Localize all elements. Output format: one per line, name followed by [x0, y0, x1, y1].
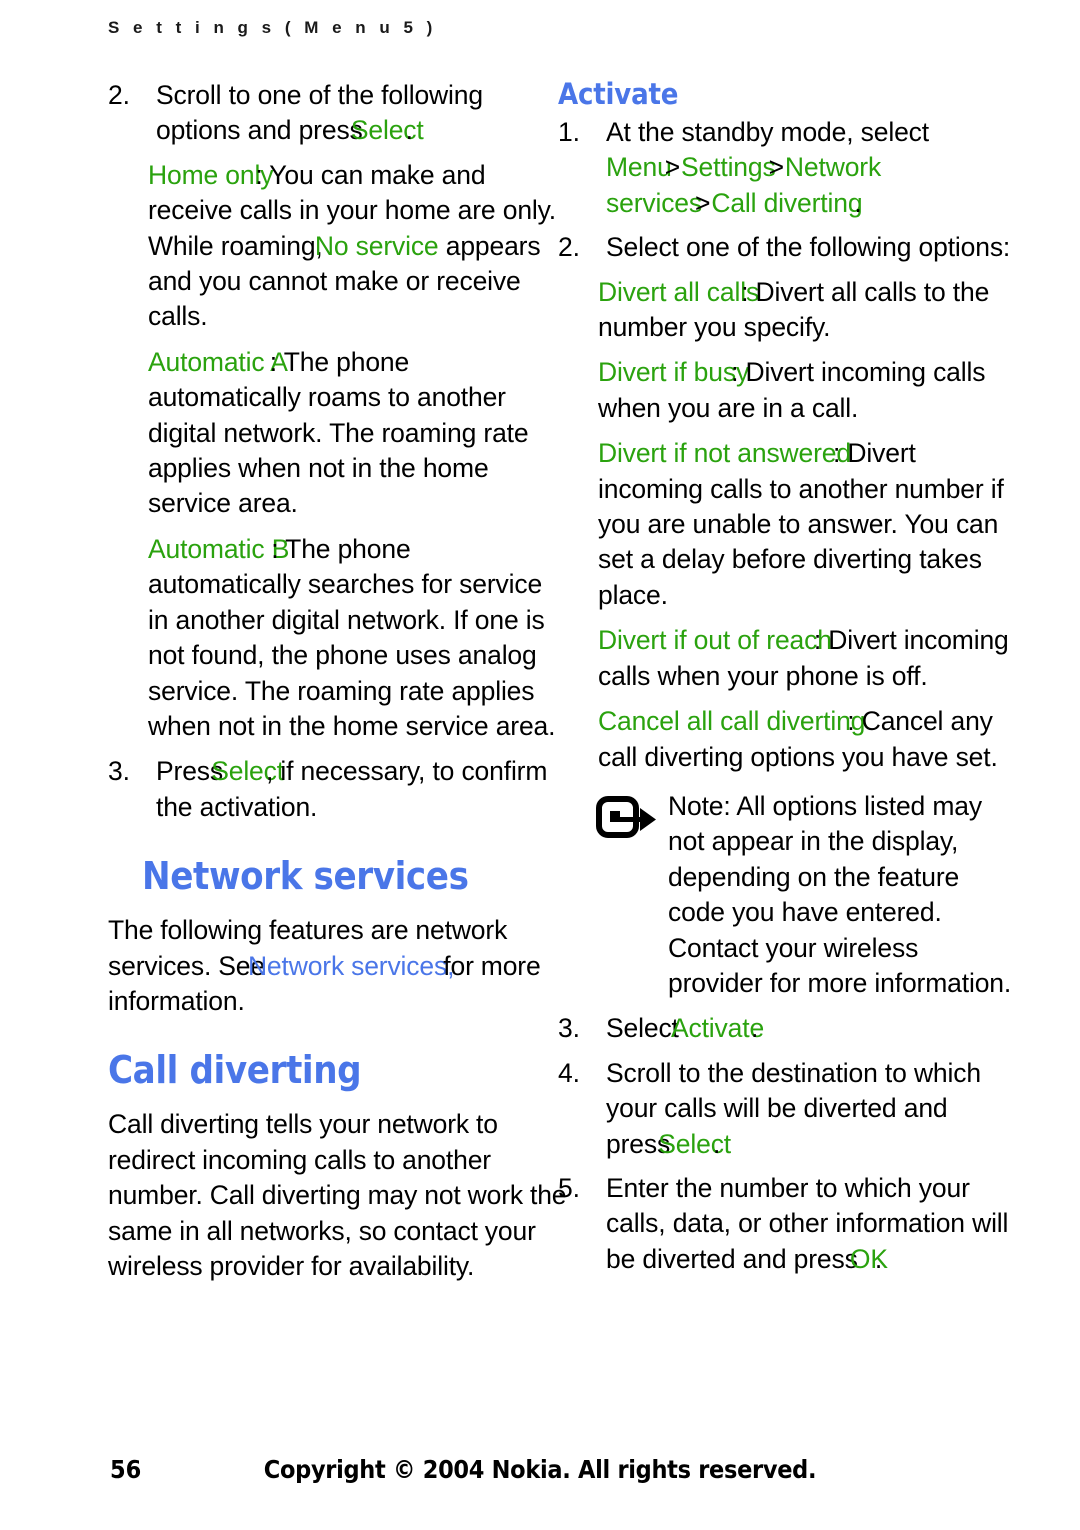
menu-path-item-menu: Menu — [606, 152, 672, 183]
note-text: All options listed may not appear in the… — [668, 790, 1012, 998]
call-diverting-paragraph: Call diverting tells your network to red… — [108, 1109, 567, 1281]
running-header: S e t t i n g s ( M e n u 5 ) — [108, 18, 437, 37]
step-text-tail: . — [751, 1013, 759, 1044]
option-automatic-a: Automatic A: The phone automatically roa… — [108, 345, 568, 522]
copyright-notice: Copyright © 2004 Nokia. All rights reser… — [263, 1455, 817, 1484]
step-number: 2. — [108, 80, 130, 110]
step-number: 4. — [558, 1057, 580, 1088]
step-text-tail: . — [713, 1128, 721, 1159]
ui-term-cancel-all-call-diverting: Cancel all call diverting — [598, 706, 866, 737]
note-arrow-icon — [596, 795, 658, 842]
step-text: Scroll to one of the following options a… — [156, 80, 483, 146]
ui-term-divert-if-not-answered: Divert if not answered — [598, 438, 851, 469]
step-press-select: 3. Press Select, if necessary, to confirm… — [108, 754, 568, 825]
menu-path-item-settings: Settings — [681, 152, 776, 183]
step-scroll-options: 2. Scroll to one of the following options… — [108, 78, 568, 149]
step-number: 3. — [108, 756, 130, 787]
note-callout: Note: All options listed may not appear … — [558, 789, 1018, 1001]
option-cancel-all-call-diverting: Cancel all call diverting: Cancel any ca… — [558, 704, 1018, 775]
step-select-options: 2. Select one of the following options: — [558, 230, 1018, 265]
step-number: 3. — [558, 1013, 580, 1044]
option-divert-all-calls: Divert all calls: Divert all calls to th… — [558, 275, 1018, 346]
left-column: 2. Scroll to one of the following options… — [108, 78, 568, 1295]
step-text-tail: . — [874, 1243, 883, 1274]
network-services-paragraph: The following features are network servi… — [108, 913, 568, 1019]
option-divert-if-busy: Divert if busy: Divert incoming calls wh… — [558, 355, 1018, 426]
step-scroll-destination: 4. Scroll to the destination to which you… — [558, 1056, 1018, 1162]
ui-term-no-service: No service — [314, 230, 439, 261]
step-standby-mode-select: 1. At the standby mode, select Menu>Setti… — [558, 115, 1018, 221]
ui-term-automatic-b: Automatic B — [148, 533, 290, 564]
ui-term-divert-if-busy: Divert if busy — [598, 357, 750, 388]
ui-term-ok: OK — [849, 1243, 888, 1274]
step-text-tail: . — [405, 115, 413, 146]
step-number: 5. — [558, 1172, 580, 1203]
page-footer: 56 Copyright © 2004 Nokia. All rights re… — [0, 1455, 1080, 1495]
option-divert-if-out-of-reach: Divert if out of reach: Divert incoming … — [558, 623, 1018, 694]
menu-path-separator: > — [695, 187, 711, 218]
option-automatic-b-text: : The phone automatically searches for s… — [148, 533, 556, 741]
note-label: Note: — [668, 790, 731, 821]
ui-term-divert-all-calls: Divert all calls — [598, 276, 760, 307]
step-enter-number: 5. Enter the number to which your calls, … — [558, 1171, 1018, 1277]
menu-path-terminator: . — [854, 187, 862, 218]
step-text: Select one of the following options: — [606, 232, 1011, 263]
ui-term-automatic-a: Automatic A — [148, 346, 288, 377]
step-text: Enter the number to which your calls, da… — [606, 1172, 1009, 1274]
menu-path-separator: > — [664, 152, 681, 183]
menu-path-separator: > — [768, 152, 784, 183]
heading-call-diverting: Call diverting — [108, 1048, 362, 1093]
cross-reference-network-services[interactable]: Network services, — [248, 951, 455, 981]
step-text: At the standby mode, select — [606, 117, 929, 147]
page-body: 2. Scroll to one of the following options… — [0, 78, 1080, 1418]
heading-activate: Activate — [558, 77, 679, 111]
step-select-activate: 3. Select Activate. — [558, 1011, 1018, 1046]
ui-term-select: Select — [658, 1128, 732, 1159]
menu-path-item-call-diverting: Call diverting — [711, 187, 863, 218]
option-divert-if-not-answered: Divert if not answered: Divert incoming … — [558, 436, 1018, 613]
heading-network-services: Network services — [142, 854, 469, 899]
option-automatic-b: Automatic B: The phone automatically sea… — [108, 532, 568, 744]
right-column: Activate 1. At the standby mode, select M… — [558, 78, 1018, 1286]
ui-term-divert-if-out-of-reach: Divert if out of reach — [598, 625, 832, 656]
step-number: 1. — [558, 117, 580, 147]
option-home-only: Home only: You can make and receive call… — [108, 158, 568, 335]
step-number: 2. — [558, 232, 580, 263]
